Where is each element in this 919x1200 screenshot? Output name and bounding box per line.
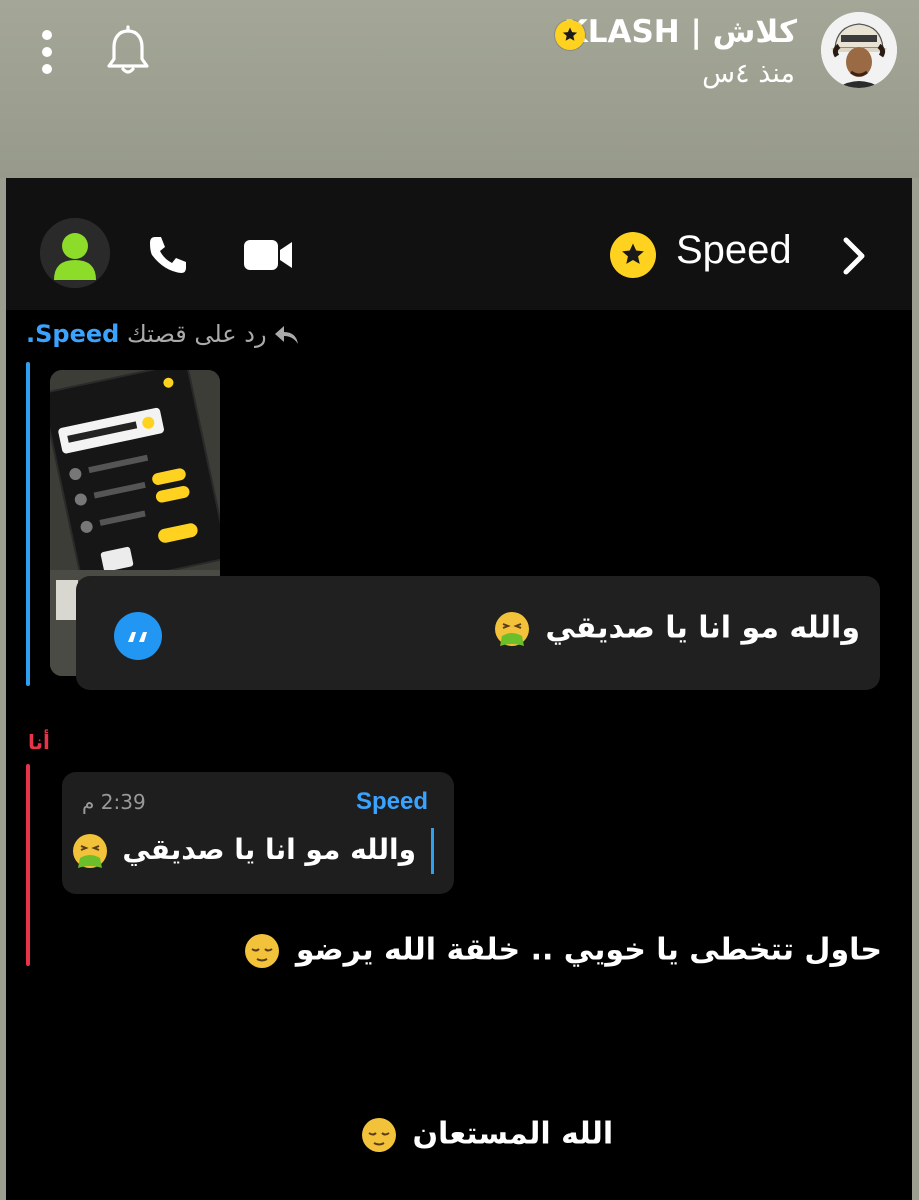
chat-message[interactable]: حاول تتخطى يا خويي .. خلقة الله يرضو [239,932,882,970]
phone-icon[interactable] [146,233,190,277]
more-vertical-icon[interactable] [38,28,56,76]
chat-message-text: حاول تتخطى يا خويي .. خلقة الله يرضو [295,932,882,968]
quoted-accent-line [431,828,434,874]
chat-body: رد على قصتك Speed. والله مو انا يا صديقي… [6,310,912,1200]
relieved-face-emoji [360,1116,398,1154]
me-label: أنا [28,730,50,754]
relieved-face-emoji [243,932,281,970]
reply-arrow-icon [275,326,299,344]
chat-screenshot: Speed رد على قصتك Speed. والله مو انا يا… [6,178,912,1200]
video-camera-icon[interactable] [242,236,294,274]
contact-avatar[interactable] [40,218,110,288]
quoted-sender: Speed [355,788,428,815]
story-reply-label: رد على قصتك Speed. [26,320,300,348]
chevron-right-icon[interactable] [838,234,868,278]
story-header: كلاش | KLASH منذ ٤س [0,0,919,178]
vomiting-face-emoji [493,610,531,648]
quoted-timestamp: 2:39 م [82,790,146,814]
quote-bubble[interactable]: والله مو انا يا صديقي [76,576,880,690]
quote-icon [114,612,162,660]
quoted-message-text: والله مو انا يا صديقي [122,833,416,866]
story-username[interactable]: كلاش | KLASH [564,14,797,50]
reply-prefix: رد على قصتك [126,320,267,348]
contact-name[interactable]: Speed [676,228,792,273]
story-avatar[interactable] [821,12,897,88]
my-message-bar [26,764,30,966]
quoted-message: والله مو انا يا صديقي [67,832,416,870]
vomiting-face-emoji [71,832,109,870]
quote-message: والله مو انا يا صديقي [489,610,860,648]
reply-story-owner[interactable]: Speed. [26,320,119,348]
story-timestamp: منذ ٤س [702,58,795,89]
quote-message-text: والله مو انا يا صديقي [545,610,860,646]
chat-header: Speed [6,178,912,310]
chat-message-text: الله المستعان [412,1116,614,1152]
quoted-reply-card[interactable]: Speed 2:39 م والله مو انا يا صديقي [62,772,454,894]
star-badge-icon [610,232,656,278]
speed-message-bar [26,362,30,686]
bell-icon[interactable] [104,25,152,77]
star-badge-icon [555,20,585,50]
chat-message[interactable]: الله المستعان [356,1116,613,1154]
